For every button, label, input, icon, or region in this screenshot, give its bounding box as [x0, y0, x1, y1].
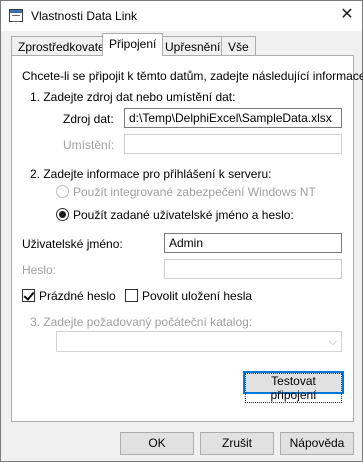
data-source-label: Zdroj dat:	[63, 112, 114, 126]
tab-provider[interactable]: Zprostředkovatel	[11, 36, 115, 56]
password-input[interactable]	[164, 259, 342, 279]
title-bar: Vlastnosti Data Link ✕	[1, 1, 362, 31]
close-button[interactable]: ✕	[336, 5, 358, 25]
step2-label: 2. Zadejte informace pro přihlášení k se…	[30, 167, 272, 181]
connection-panel: Chcete-li se připojit k těmto datům, zad…	[11, 55, 363, 422]
cancel-button[interactable]: Zrušit	[200, 432, 274, 455]
blank-password-label: Prázdné heslo	[39, 289, 116, 303]
location-label: Umístění:	[63, 138, 115, 152]
step1-label: 1. Zadejte zdroj dat nebo umístění dat:	[30, 90, 236, 104]
blank-password-checkbox[interactable]	[22, 289, 35, 302]
specific-credentials-radio[interactable]	[56, 208, 69, 221]
dialog-window: Vlastnosti Data Link ✕ Zprostředkovatel …	[0, 0, 363, 462]
chevron-down-icon: ⌵	[328, 336, 337, 348]
password-label: Heslo:	[22, 263, 57, 277]
ok-button[interactable]: OK	[120, 432, 194, 455]
integrated-security-radio[interactable]	[56, 185, 69, 198]
step3-label: 3. Zadejte požadovaný počáteční katalog:	[30, 315, 253, 329]
test-connection-button[interactable]: Testovat připojení	[243, 371, 344, 403]
data-source-input[interactable]: d:\Temp\DelphiExcel\SampleData.xlsx	[124, 108, 342, 128]
username-input[interactable]: Admin	[164, 233, 342, 253]
tab-advanced[interactable]: Upřesnění	[158, 36, 228, 56]
window-title: Vlastnosti Data Link	[31, 9, 138, 23]
initial-catalog-select[interactable]: ⌵	[56, 331, 342, 352]
help-button[interactable]: Nápověda	[280, 432, 354, 455]
allow-save-password-label: Povolit uložení hesla	[142, 289, 253, 303]
data-link-icon	[9, 9, 23, 22]
tab-connection[interactable]: Připojení	[102, 33, 164, 56]
tab-all[interactable]: Vše	[221, 36, 256, 56]
intro-text: Chcete-li se připojit k těmto datům, zad…	[22, 69, 363, 83]
specific-credentials-label: Použít zadané uživatelské jméno a heslo:	[73, 208, 294, 222]
integrated-security-label: Použít integrované zabezpečení Windows N…	[73, 185, 316, 199]
username-label: Uživatelské jméno:	[22, 237, 123, 251]
allow-save-password-checkbox[interactable]	[125, 289, 138, 302]
location-input[interactable]	[124, 134, 342, 154]
